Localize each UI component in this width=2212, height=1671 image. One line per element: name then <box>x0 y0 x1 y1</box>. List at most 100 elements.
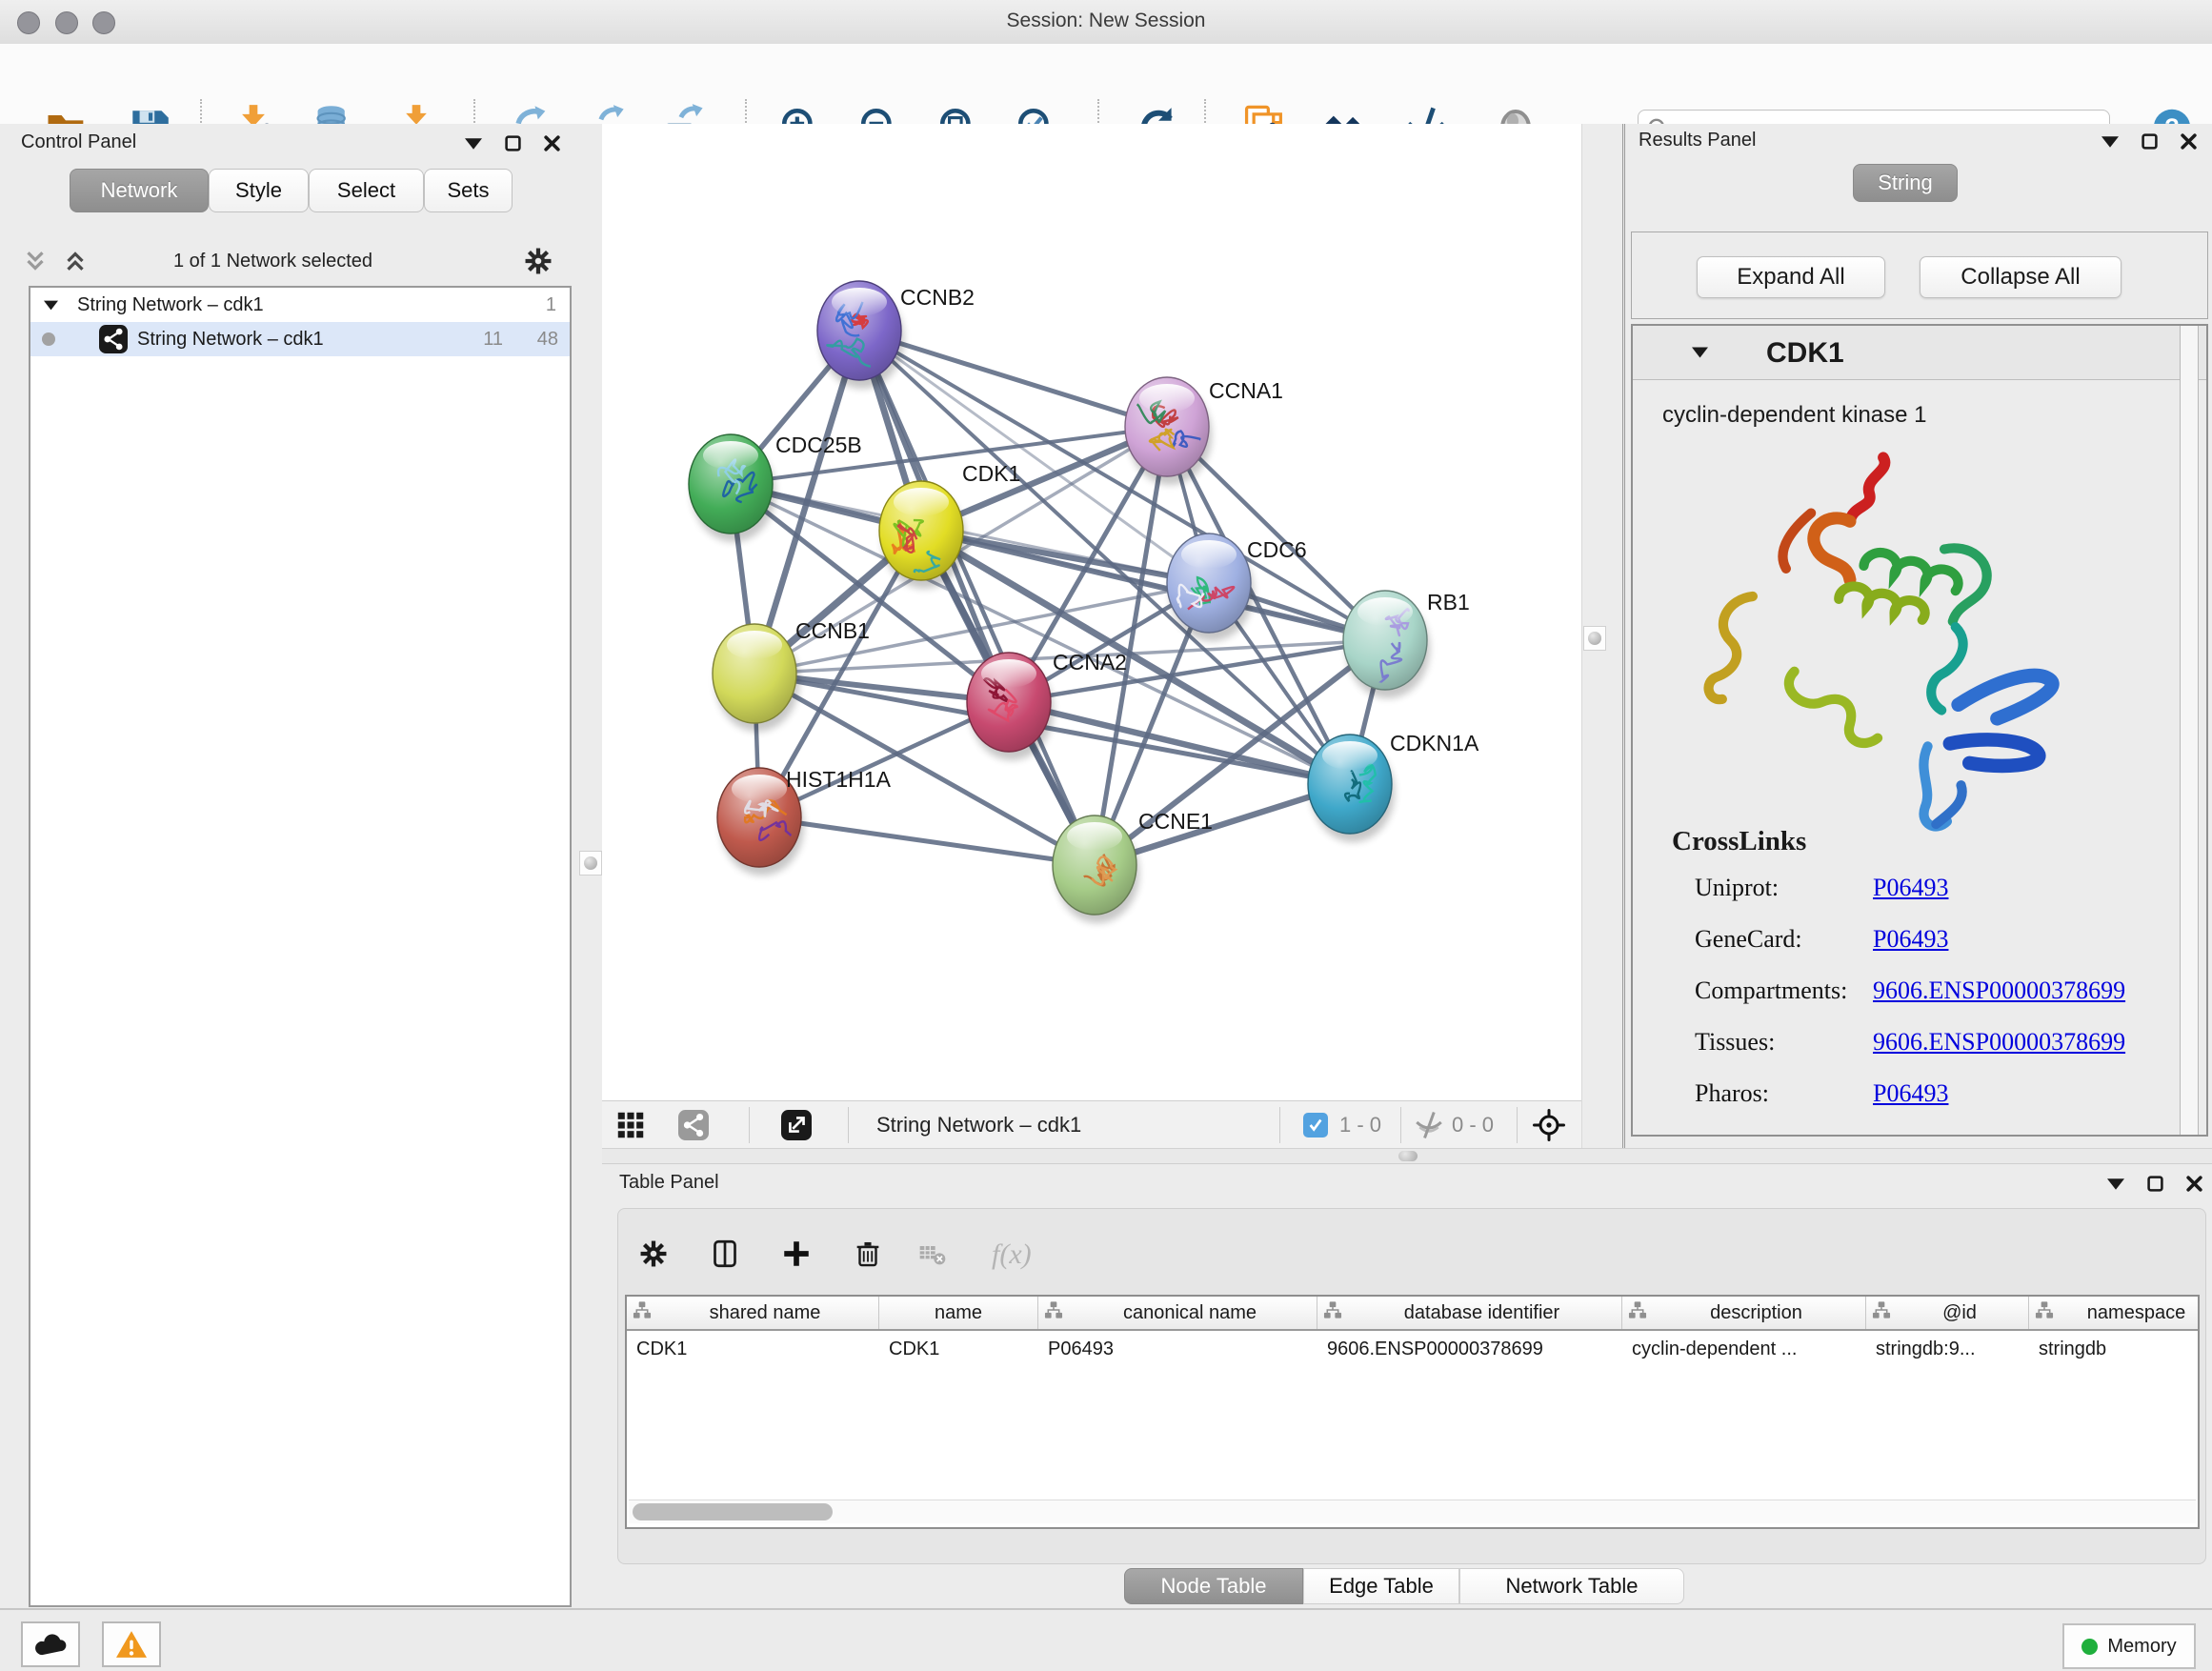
open-view-in-window-button[interactable] <box>775 1106 817 1144</box>
table-header-row: shared namenamecanonical namedatabase id… <box>627 1297 2198 1331</box>
create-column-button[interactable] <box>773 1230 820 1278</box>
table-row[interactable]: CDK1CDK1P064939606.ENSP00000378699cyclin… <box>627 1331 2198 1367</box>
column-header-canonical-name[interactable]: canonical name <box>1038 1297 1317 1329</box>
network-canvas[interactable]: CCNB2 CCNA1 CDC25B CDK1 CDC6 <box>602 124 1581 1100</box>
string-network-graph[interactable]: CCNB2 CCNA1 CDC25B CDK1 CDC6 <box>602 124 1581 1100</box>
memory-label: Memory <box>2107 1636 2176 1658</box>
tab-network-table[interactable]: Network Table <box>1459 1568 1684 1604</box>
svg-text:CDKN1A: CDKN1A <box>1390 731 1479 755</box>
network-current-dot <box>42 332 55 346</box>
crosslink-link[interactable]: P06493 <box>1873 1079 1948 1108</box>
column-header-namespace[interactable]: namespace <box>2029 1297 2200 1329</box>
tab-string[interactable]: String <box>1853 164 1958 202</box>
network-label: String Network – cdk1 <box>137 329 324 351</box>
column-header-database-identifier[interactable]: database identifier <box>1317 1297 1622 1329</box>
table-panel-title: Table Panel <box>619 1172 719 1194</box>
tab-node-table[interactable]: Node Table <box>1124 1568 1303 1604</box>
tab-select[interactable]: Select <box>309 169 424 212</box>
table-cell[interactable]: CDK1 <box>879 1339 1038 1360</box>
cloud-icon <box>32 1630 69 1659</box>
panel-close-icon[interactable] <box>544 135 560 151</box>
birdseye-navigator-button[interactable] <box>1528 1106 1570 1144</box>
collapse-all-button[interactable]: Collapse All <box>1920 256 2122 298</box>
panel-maximize-icon[interactable] <box>505 135 521 151</box>
gene-name: CDK1 <box>1766 337 1844 370</box>
apply-function-button[interactable]: f(x) <box>985 1230 1052 1278</box>
string-network-badge-icon <box>99 325 128 353</box>
table-cell[interactable]: stringdb:9... <box>1866 1339 2029 1360</box>
table-cell[interactable]: 9606.ENSP00000378699 <box>1317 1339 1622 1360</box>
node-table[interactable]: shared namenamecanonical namedatabase id… <box>625 1295 2200 1529</box>
crosslink-label: Tissues: <box>1695 1028 1775 1057</box>
section-collapse-triangle-icon[interactable] <box>1692 347 1708 358</box>
grid-view-button[interactable] <box>610 1106 652 1144</box>
plus-icon <box>780 1238 813 1270</box>
cloud-status-button[interactable] <box>21 1621 80 1667</box>
crosslink-link[interactable]: 9606.ENSP00000378699 <box>1873 1028 2125 1057</box>
column-header-name[interactable]: name <box>879 1297 1038 1329</box>
table-body: CDK1CDK1P064939606.ENSP00000378699cyclin… <box>627 1331 2198 1367</box>
svg-text:CCNA2: CCNA2 <box>1053 650 1127 674</box>
shared-column-icon <box>1872 1300 1891 1325</box>
table-cell[interactable]: P06493 <box>1038 1339 1317 1360</box>
open-external-icon <box>781 1110 812 1140</box>
panel-close-icon[interactable] <box>2186 1176 2202 1192</box>
tab-network[interactable]: Network <box>70 169 209 212</box>
left-splitter-handle[interactable] <box>579 851 602 876</box>
network-options-gear-icon[interactable] <box>522 245 554 277</box>
vertical-splitter[interactable] <box>1581 124 1625 1148</box>
tab-sets[interactable]: Sets <box>424 169 513 212</box>
svg-text:CDC6: CDC6 <box>1247 537 1307 562</box>
tab-edge-table[interactable]: Edge Table <box>1303 1568 1459 1604</box>
panel-maximize-icon[interactable] <box>2142 133 2158 150</box>
network-node-CDC6: CDC6 <box>1167 534 1307 641</box>
bottom-splitter-handle[interactable] <box>1398 1151 1418 1161</box>
network-collection-row[interactable]: String Network – cdk1 1 <box>30 288 570 322</box>
collapse-all-chevron-icon[interactable] <box>21 247 50 275</box>
table-hscrollbar-thumb[interactable] <box>633 1503 833 1520</box>
results-scrollbar[interactable] <box>2180 326 2199 1135</box>
column-header-description[interactable]: description <box>1622 1297 1866 1329</box>
network-row[interactable]: String Network – cdk1 11 48 <box>30 322 570 356</box>
delete-columns-button[interactable] <box>844 1230 892 1278</box>
svg-text:RB1: RB1 <box>1427 590 1470 614</box>
cytoscape-window: Session: New Session <box>0 0 2212 1671</box>
results-panel: Results Panel String Expand All Collapse… <box>1625 124 2212 1148</box>
horizontal-splitter[interactable] <box>602 1148 2212 1164</box>
table-cell[interactable]: stringdb <box>2029 1339 2200 1360</box>
expand-all-button[interactable]: Expand All <box>1697 256 1885 298</box>
table-cell[interactable]: CDK1 <box>627 1339 879 1360</box>
panel-float-icon[interactable] <box>465 138 482 150</box>
panel-float-icon[interactable] <box>2107 1178 2124 1190</box>
right-splitter-handle[interactable] <box>1583 626 1606 651</box>
svg-text:CCNB1: CCNB1 <box>795 618 870 643</box>
selected-elements-checkbox[interactable] <box>1303 1113 1328 1137</box>
show-columns-button[interactable] <box>701 1230 749 1278</box>
crosslink-link[interactable]: 9606.ENSP00000378699 <box>1873 976 2125 1005</box>
crosslink-link[interactable]: P06493 <box>1873 925 1948 954</box>
panel-close-icon[interactable] <box>2181 133 2197 150</box>
network-selector-bar: 1 of 1 Network selected <box>21 243 579 279</box>
tab-style[interactable]: Style <box>209 169 309 212</box>
gene-section-header[interactable]: CDK1 <box>1633 326 2206 380</box>
panel-float-icon[interactable] <box>2101 136 2119 148</box>
tree-expand-triangle-icon[interactable] <box>44 300 58 311</box>
clear-table-button[interactable] <box>909 1230 956 1278</box>
column-header--id[interactable]: @id <box>1866 1297 2029 1329</box>
expand-all-chevron-icon[interactable] <box>61 247 90 275</box>
network-view-badge-button[interactable] <box>673 1106 714 1144</box>
svg-text:CDC25B: CDC25B <box>775 433 862 457</box>
table-hscrollbar[interactable] <box>629 1500 2196 1523</box>
memory-button[interactable]: Memory <box>2062 1623 2196 1669</box>
crosslink-label: GeneCard: <box>1695 925 1802 954</box>
gear-icon <box>637 1238 670 1270</box>
panel-maximize-icon[interactable] <box>2147 1176 2163 1192</box>
column-header-shared-name[interactable]: shared name <box>627 1297 879 1329</box>
table-cell[interactable]: cyclin-dependent ... <box>1622 1339 1866 1360</box>
warnings-button[interactable] <box>102 1621 161 1667</box>
crosslink-link[interactable]: P06493 <box>1873 874 1948 902</box>
gene-description: cyclin-dependent kinase 1 <box>1662 402 1927 429</box>
table-options-button[interactable] <box>630 1230 677 1278</box>
svg-text:CDK1: CDK1 <box>962 461 1020 486</box>
crosslink-label: Uniprot: <box>1695 874 1779 902</box>
